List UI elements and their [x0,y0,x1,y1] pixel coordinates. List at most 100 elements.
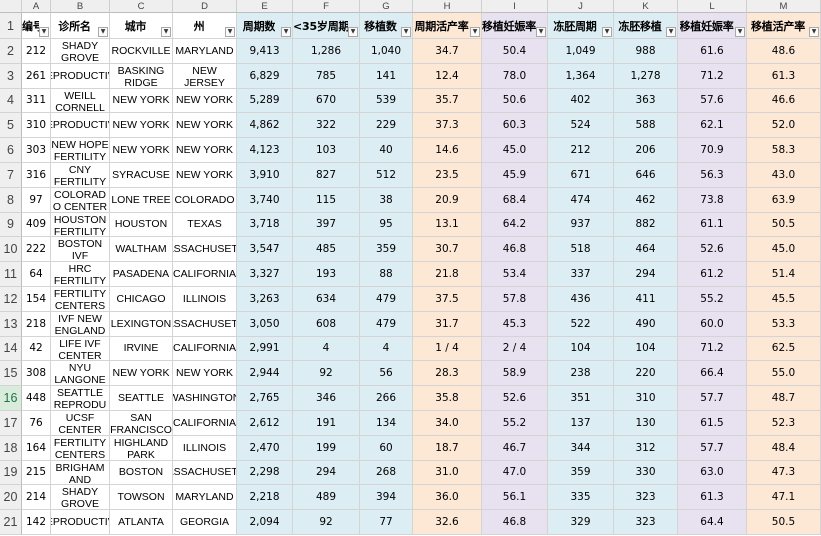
table-cell[interactable]: MARYLAND [173,485,237,511]
row-number[interactable]: 16 [0,386,22,411]
table-cell[interactable]: MASSACHUSETTS [173,311,237,337]
table-cell[interactable]: REPRODUCTIVE [51,510,110,535]
table-cell[interactable]: 48.4 [747,435,821,461]
table-cell[interactable]: 60 [360,435,413,461]
row-number[interactable]: 18 [0,435,22,461]
table-cell[interactable]: 294 [293,460,360,486]
table-cell[interactable]: 402 [548,88,614,114]
table-cell[interactable]: FERTILITY CENTERS [51,435,110,461]
table-cell[interactable]: CALIFORNIA [173,411,237,436]
table-cell[interactable]: 53.3 [747,311,821,337]
column-letter-l[interactable]: L [678,0,747,13]
table-cell[interactable]: CALIFORNIA [173,336,237,362]
table-cell[interactable]: HIGHLAND PARK [110,435,173,461]
table-cell[interactable]: MASSACHUSETTS [173,237,237,263]
table-cell[interactable]: 30.7 [413,237,482,263]
table-cell[interactable]: 61.1 [678,212,747,238]
table-cell[interactable]: 2,218 [237,485,293,511]
table-cell[interactable]: 28.3 [413,361,482,387]
table-cell[interactable]: NEW YORK [110,113,173,139]
table-cell[interactable]: SEATTLE REPRODUCTIVE [51,386,110,411]
table-cell[interactable]: 479 [360,287,413,312]
table-cell[interactable]: GEORGIA [173,510,237,535]
table-cell[interactable]: 61.6 [678,39,747,64]
table-cell[interactable]: 47.1 [747,485,821,511]
table-cell[interactable]: 490 [614,311,678,337]
column-header[interactable]: 城市 ▼ [110,13,173,39]
table-cell[interactable]: 215 [22,460,51,486]
table-cell[interactable]: 66.4 [678,361,747,387]
table-cell[interactable]: 1,278 [614,63,678,89]
table-cell[interactable]: 61.2 [678,262,747,287]
column-header[interactable]: 编号▼ [22,13,51,39]
row-number[interactable]: 15 [0,361,22,387]
table-cell[interactable]: 56.3 [678,163,747,188]
table-cell[interactable]: 646 [614,163,678,188]
table-cell[interactable]: 2,765 [237,386,293,411]
table-cell[interactable]: 45.5 [747,287,821,312]
column-letter-e[interactable]: E [237,0,293,13]
table-cell[interactable]: BASKING RIDGE [110,63,173,89]
table-cell[interactable]: NEW HOPE FERTILITY [51,138,110,163]
table-cell[interactable]: 115 [293,187,360,213]
table-cell[interactable]: 218 [22,311,51,337]
table-cell[interactable]: SYRACUSE [110,163,173,188]
table-cell[interactable]: 34.7 [413,39,482,64]
table-cell[interactable]: 56 [360,361,413,387]
table-cell[interactable]: 411 [614,287,678,312]
table-cell[interactable]: 37.3 [413,113,482,139]
filter-dropdown-icon[interactable]: ▼ [536,27,546,37]
table-cell[interactable]: 310 [22,113,51,139]
table-cell[interactable]: 323 [614,485,678,511]
table-cell[interactable]: 34.0 [413,411,482,436]
table-cell[interactable]: COLORADO CENTER [51,187,110,213]
table-cell[interactable]: NEW YORK [173,163,237,188]
row-number[interactable]: 6 [0,138,22,163]
table-cell[interactable]: 68.4 [482,187,548,213]
table-cell[interactable]: 316 [22,163,51,188]
table-cell[interactable]: 363 [614,88,678,114]
row-number[interactable]: 20 [0,485,22,511]
table-cell[interactable]: 57.8 [482,287,548,312]
table-cell[interactable]: 92 [293,510,360,535]
table-cell[interactable]: 141 [360,63,413,89]
column-letter-m[interactable]: M [747,0,821,13]
table-cell[interactable]: SEATTLE [110,386,173,411]
table-cell[interactable]: REPRODUCTIVE [51,113,110,139]
table-cell[interactable]: HRC FERTILITY [51,262,110,287]
table-cell[interactable]: 64.2 [482,212,548,238]
table-cell[interactable]: 448 [22,386,51,411]
table-cell[interactable]: 294 [614,262,678,287]
table-cell[interactable]: 35.8 [413,386,482,411]
filter-dropdown-icon[interactable]: ▼ [401,27,411,37]
table-cell[interactable]: 55.0 [747,361,821,387]
table-cell[interactable]: 323 [614,510,678,535]
table-cell[interactable]: 50.4 [482,39,548,64]
table-cell[interactable]: 409 [22,212,51,238]
table-cell[interactable]: 31.7 [413,311,482,337]
table-cell[interactable]: 40 [360,138,413,163]
table-cell[interactable]: 52.3 [747,411,821,436]
table-cell[interactable]: 670 [293,88,360,114]
table-cell[interactable]: 46.8 [482,237,548,263]
table-cell[interactable]: 330 [614,460,678,486]
table-cell[interactable]: 142 [22,510,51,535]
table-cell[interactable]: HOUSTON [110,212,173,238]
table-cell[interactable]: BOSTON [110,460,173,486]
table-cell[interactable]: UCSF CENTER [51,411,110,436]
table-cell[interactable]: NEW YORK [110,138,173,163]
table-cell[interactable]: 95 [360,212,413,238]
column-header[interactable]: 州 ▼ [173,13,237,39]
table-cell[interactable]: TEXAS [173,212,237,238]
table-cell[interactable]: 64 [22,262,51,287]
table-cell[interactable]: 222 [22,237,51,263]
table-cell[interactable]: 303 [22,138,51,163]
table-cell[interactable]: 351 [548,386,614,411]
table-cell[interactable]: 462 [614,187,678,213]
table-cell[interactable]: 2,298 [237,460,293,486]
table-cell[interactable]: 92 [293,361,360,387]
table-cell[interactable]: WALTHAM [110,237,173,263]
row-number[interactable]: 8 [0,187,22,213]
table-cell[interactable]: 130 [614,411,678,436]
table-cell[interactable]: 479 [360,311,413,337]
